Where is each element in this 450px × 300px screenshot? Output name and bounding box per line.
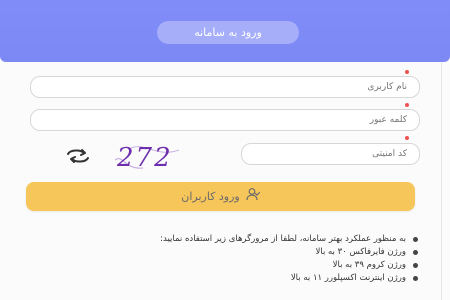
card-edge (441, 62, 442, 300)
note-text: ورژن اینترنت اکسپلورر ۱۱ به بالا (290, 273, 406, 283)
note-text: ورژن فایرفاکس ۳۰ به بالا (315, 247, 407, 257)
login-button-label: ورود کاربران (181, 190, 240, 203)
note-item: ورژن فایرفاکس ۳۰ به بالا (30, 246, 420, 259)
page-title: ورود به سامانه (157, 21, 299, 44)
note-item: ورژن کروم ۳۹ به بالا (30, 259, 420, 272)
bullet (413, 276, 418, 281)
bullet (413, 237, 418, 242)
browser-notes: به منظور عملکرد بهتر سامانه، لطفا از مرو… (30, 233, 420, 285)
note-item: به منظور عملکرد بهتر سامانه، لطفا از مرو… (30, 233, 420, 246)
bullet (413, 250, 418, 255)
user-check-icon (244, 183, 260, 212)
captcha-image: 272 (113, 140, 183, 173)
note-item: ورژن اینترنت اکسپلورر ۱۱ به بالا (30, 272, 420, 285)
password-field[interactable] (30, 109, 420, 131)
note-text: به منظور عملکرد بهتر سامانه، لطفا از مرو… (160, 234, 406, 244)
note-text: ورژن کروم ۳۹ به بالا (332, 260, 406, 270)
login-card: ورود به سامانه 272 ورود کاربران (0, 0, 450, 300)
refresh-icon[interactable] (63, 146, 93, 166)
required-indicator (405, 70, 409, 74)
header-bar: ورود به سامانه (0, 0, 450, 62)
captcha-text: 272 (116, 143, 173, 172)
required-indicator (405, 136, 409, 140)
required-indicator (405, 103, 409, 107)
username-field[interactable] (30, 76, 420, 98)
captcha-field[interactable] (241, 143, 420, 165)
login-button[interactable]: ورود کاربران (26, 182, 415, 211)
bullet (413, 263, 418, 268)
